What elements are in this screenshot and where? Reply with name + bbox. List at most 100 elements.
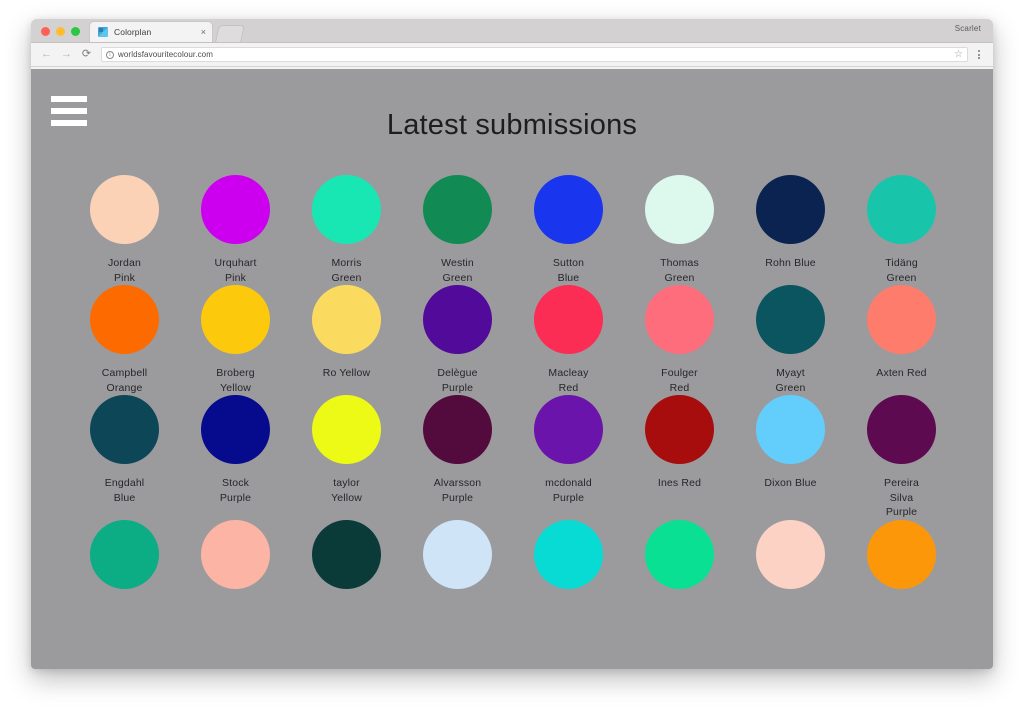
swatch-item[interactable]: Macleay Red (513, 285, 624, 395)
swatch-item[interactable]: Foulger Red (624, 285, 735, 395)
swatch-item[interactable]: Pereira Silva Purple (846, 395, 957, 520)
swatch-color-circle[interactable] (201, 175, 270, 244)
swatch-label: Urquhart Pink (214, 257, 257, 284)
swatch-color-circle[interactable] (423, 285, 492, 354)
swatch-color-circle[interactable] (645, 395, 714, 464)
swatch-label: Campbell Orange (101, 367, 148, 394)
swatch-item[interactable]: Westin Green (402, 175, 513, 285)
site-info-icon[interactable]: i (106, 50, 114, 59)
swatch-color-circle[interactable] (423, 175, 492, 244)
address-bar-url: worldsfavouritecolour.com (118, 50, 213, 59)
swatch-item[interactable] (180, 519, 291, 601)
swatch-label: Delègue Purple (437, 367, 478, 394)
swatch-color-circle[interactable] (756, 519, 825, 589)
swatch-color-circle[interactable] (90, 519, 159, 589)
swatch-item[interactable]: Delègue Purple (402, 285, 513, 395)
swatch-item[interactable] (846, 519, 957, 601)
swatch-label: taylor Yellow (331, 477, 362, 504)
swatch-item[interactable]: Alvarsson Purple (402, 395, 513, 520)
maximize-window-button[interactable] (71, 27, 80, 36)
swatch-label: Ro Yellow (322, 367, 371, 379)
window-controls (31, 27, 89, 42)
swatch-item[interactable] (291, 519, 402, 601)
swatch-item[interactable]: Tidäng Green (846, 175, 957, 285)
swatch-label: Stock Purple (219, 477, 252, 504)
swatch-item[interactable] (624, 519, 735, 601)
swatch-item[interactable]: taylor Yellow (291, 395, 402, 520)
swatch-item[interactable]: Campbell Orange (69, 285, 180, 395)
swatch-color-circle[interactable] (867, 395, 936, 464)
swatch-label: Broberg Yellow (216, 367, 255, 394)
hamburger-menu-icon[interactable] (51, 96, 87, 126)
new-tab-button[interactable] (215, 25, 245, 42)
swatch-color-circle[interactable] (867, 285, 936, 354)
swatch-item[interactable]: Urquhart Pink (180, 175, 291, 285)
swatch-item[interactable] (402, 519, 513, 601)
browser-window: Colorplan × ← → ⟳ i worldsfavouritecolou… (31, 19, 993, 669)
swatch-item[interactable]: Broberg Yellow (180, 285, 291, 395)
swatch-item[interactable]: Thomas Green (624, 175, 735, 285)
browser-menu-icon[interactable] (973, 50, 985, 59)
swatch-color-circle[interactable] (756, 395, 825, 464)
swatch-item[interactable] (513, 519, 624, 601)
swatch-item[interactable]: Myayt Green (735, 285, 846, 395)
swatch-color-circle[interactable] (645, 285, 714, 354)
swatch-color-circle[interactable] (90, 285, 159, 354)
swatch-item[interactable]: Jordan Pink (69, 175, 180, 285)
close-window-button[interactable] (41, 27, 50, 36)
swatch-item[interactable]: Engdahl Blue (69, 395, 180, 520)
minimize-window-button[interactable] (56, 27, 65, 36)
swatch-label: Thomas Green (660, 257, 699, 284)
swatch-color-circle[interactable] (756, 285, 825, 354)
swatch-item[interactable]: Morris Green (291, 175, 402, 285)
favicon-icon (98, 27, 108, 37)
swatch-item[interactable]: Sutton Blue (513, 175, 624, 285)
close-tab-icon[interactable]: × (199, 27, 206, 37)
swatch-item[interactable]: Stock Purple (180, 395, 291, 520)
swatch-color-circle[interactable] (201, 285, 270, 354)
swatch-item[interactable]: Rohn Blue (735, 175, 846, 285)
swatch-color-circle[interactable] (645, 519, 714, 589)
swatch-color-circle[interactable] (867, 175, 936, 244)
forward-icon[interactable]: → (59, 47, 74, 62)
swatch-color-circle[interactable] (312, 395, 381, 464)
swatch-color-circle[interactable] (756, 175, 825, 244)
browser-toolbar: ← → ⟳ i worldsfavouritecolour.com ☆ (31, 43, 993, 67)
swatch-color-circle[interactable] (534, 395, 603, 464)
back-icon[interactable]: ← (39, 47, 54, 62)
swatch-color-circle[interactable] (312, 285, 381, 354)
swatch-label: Tidäng Green (885, 257, 918, 284)
swatch-item[interactable] (735, 519, 846, 601)
swatch-color-circle[interactable] (90, 395, 159, 464)
swatch-label: Myayt Green (775, 367, 806, 394)
swatch-grid: Jordan Pink Urquhart Pink Morris Green West… (31, 142, 993, 601)
swatch-color-circle[interactable] (423, 519, 492, 589)
page-title: Latest submissions (386, 109, 638, 141)
swatch-color-circle[interactable] (867, 519, 936, 589)
swatch-color-circle[interactable] (90, 175, 159, 244)
profile-name[interactable]: Scarlet (955, 24, 981, 33)
bookmark-star-icon[interactable]: ☆ (954, 49, 963, 60)
swatch-item[interactable]: Axten Red (846, 285, 957, 395)
swatch-label: Jordan Pink (107, 257, 141, 284)
swatch-color-circle[interactable] (201, 395, 270, 464)
swatch-color-circle[interactable] (534, 285, 603, 354)
swatch-item[interactable]: Ines Red (624, 395, 735, 520)
swatch-label: Axten Red (876, 367, 927, 379)
swatch-color-circle[interactable] (534, 175, 603, 244)
swatch-color-circle[interactable] (423, 395, 492, 464)
browser-tab-colorplan[interactable]: Colorplan × (89, 21, 213, 42)
swatch-color-circle[interactable] (312, 175, 381, 244)
address-bar[interactable]: i worldsfavouritecolour.com ☆ (101, 47, 968, 62)
swatch-color-circle[interactable] (645, 175, 714, 244)
swatch-color-circle[interactable] (201, 519, 270, 589)
swatch-item[interactable] (69, 519, 180, 601)
swatch-item[interactable]: mcdonald Purple (513, 395, 624, 520)
swatch-item[interactable]: Dixon Blue (735, 395, 846, 520)
swatch-item[interactable]: Ro Yellow (291, 285, 402, 395)
swatch-color-circle[interactable] (534, 519, 603, 589)
hamburger-bar-2 (51, 108, 87, 114)
swatch-color-circle[interactable] (312, 519, 381, 589)
swatch-label: Engdahl Blue (104, 477, 145, 504)
reload-icon[interactable]: ⟳ (79, 47, 94, 62)
